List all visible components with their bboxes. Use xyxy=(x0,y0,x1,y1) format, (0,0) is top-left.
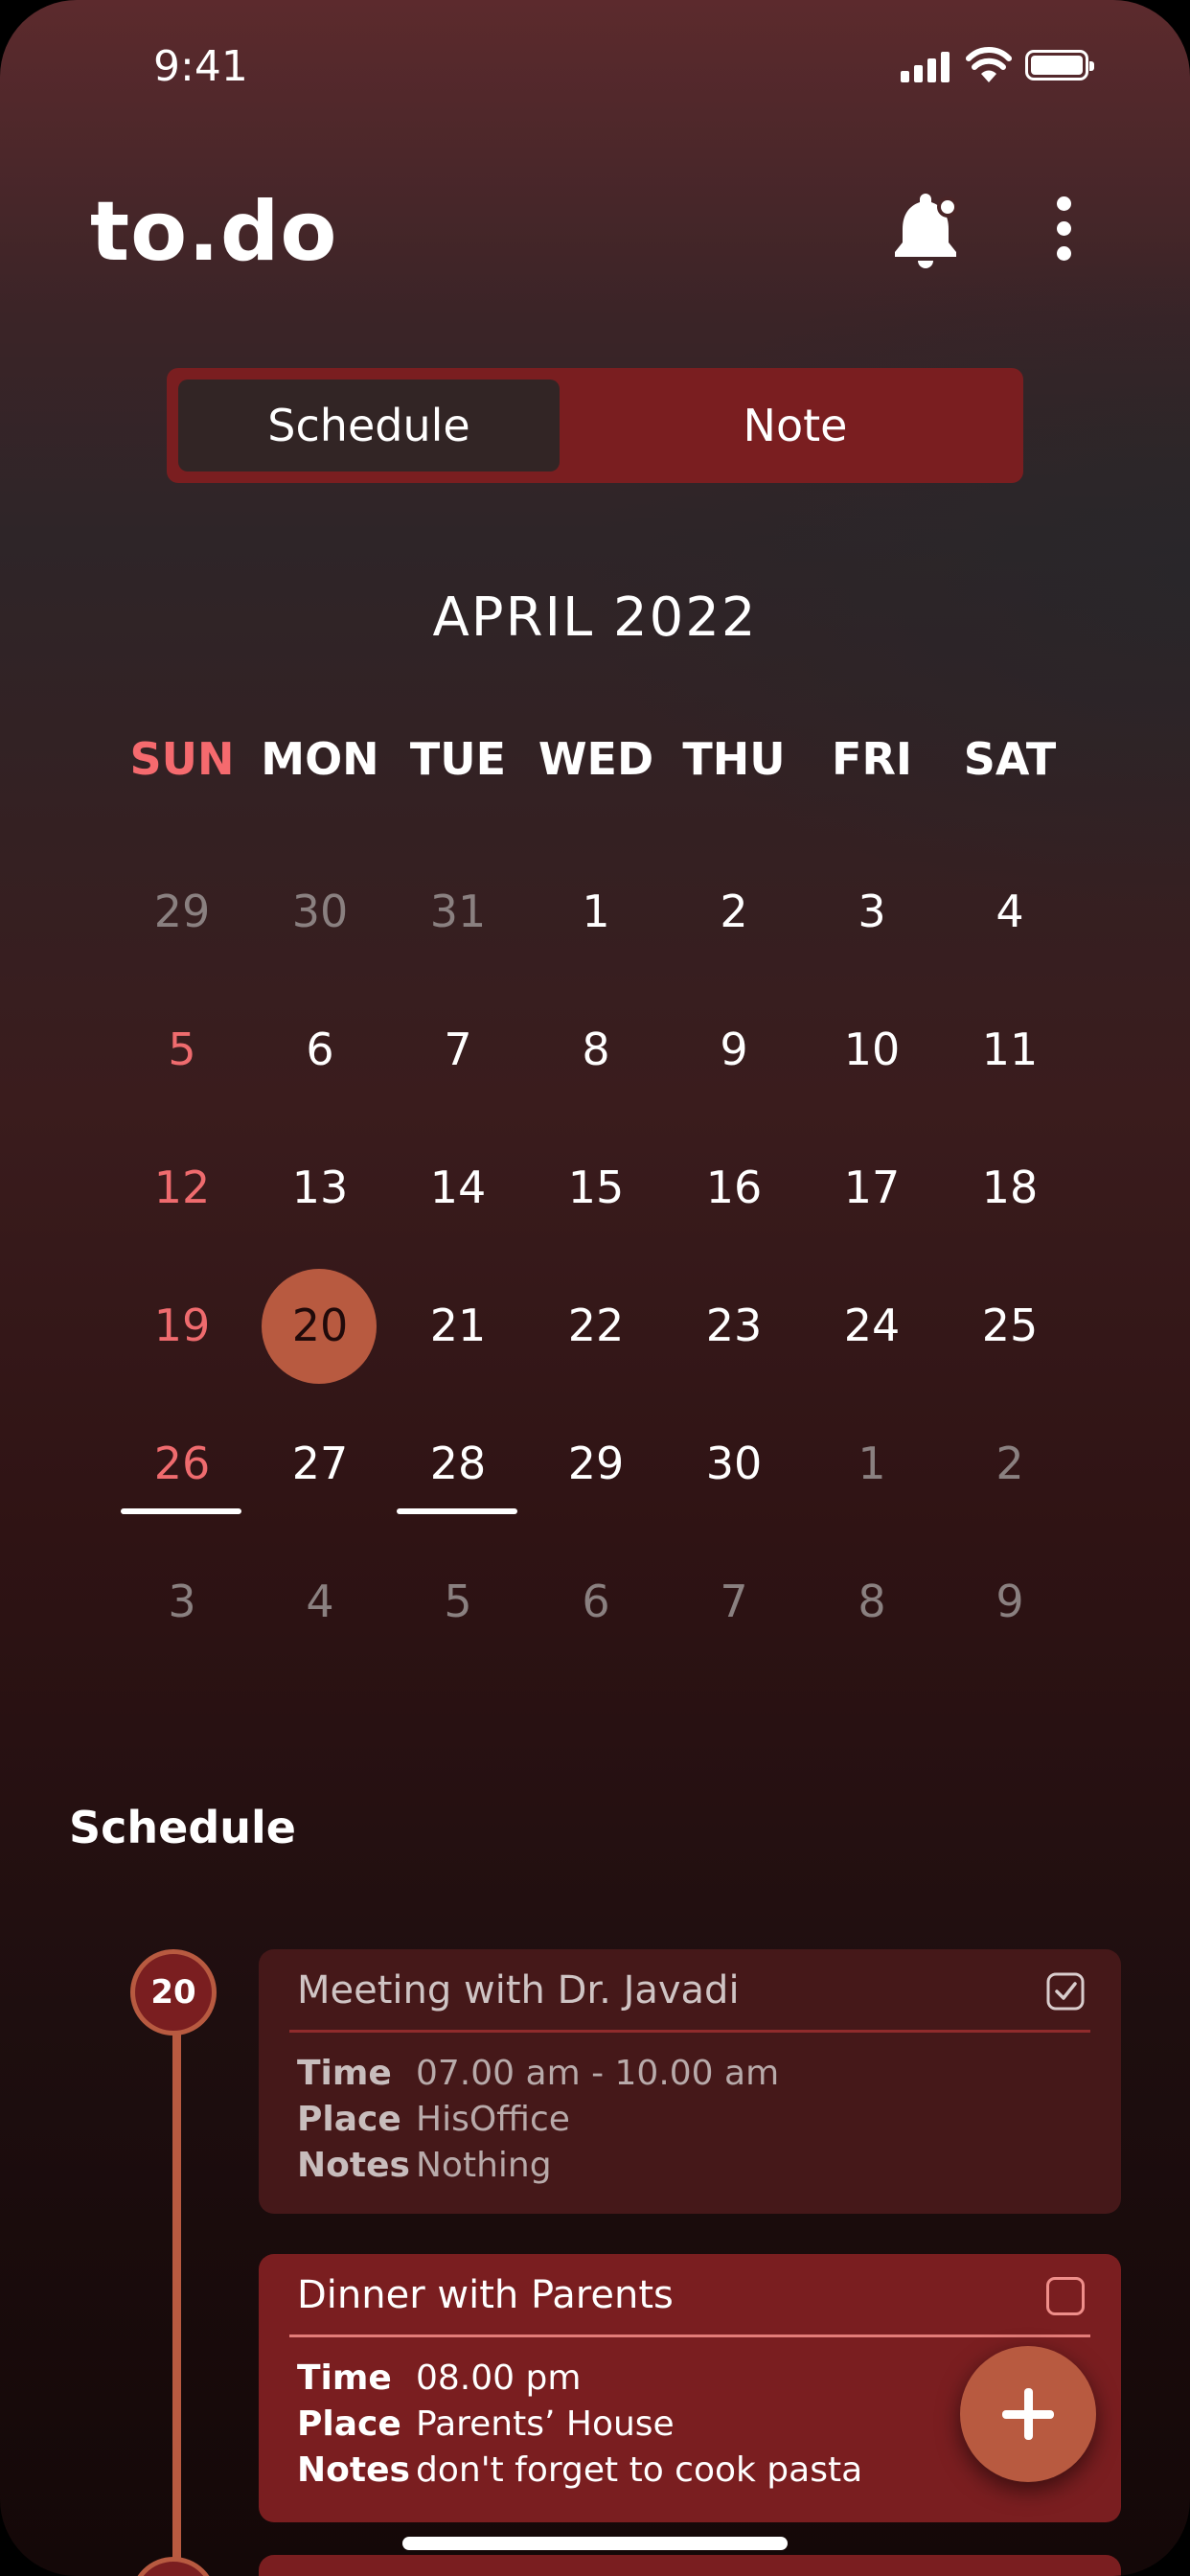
calendar-day[interactable]: 6 xyxy=(251,997,389,1102)
place-value: Parents’ House xyxy=(416,2404,675,2444)
status-time: 9:41 xyxy=(153,42,248,91)
calendar-day[interactable]: 22 xyxy=(527,1273,665,1378)
card-divider xyxy=(289,2030,1090,2033)
place-label: Place xyxy=(297,2404,401,2444)
time-value: 07.00 am - 10.00 am xyxy=(416,2054,780,2093)
calendar-day[interactable]: 17 xyxy=(803,1135,941,1240)
time-label: Time xyxy=(297,2054,392,2093)
weekday-label: SUN xyxy=(129,733,235,785)
calendar-day[interactable]: 25 xyxy=(941,1273,1079,1378)
schedule-card-title: Meeting with Dr. Javadi xyxy=(297,1968,740,2012)
notes-value: don't forget to cook pasta xyxy=(416,2450,863,2490)
calendar-day[interactable]: 29 xyxy=(113,859,251,964)
schedule-card[interactable]: Meeting with Dr. Javadi Time 07.00 am - 1… xyxy=(259,1949,1121,2214)
card-divider xyxy=(289,2334,1090,2337)
notes-value: Nothing xyxy=(416,2146,552,2185)
tab-note[interactable]: Note xyxy=(584,380,1006,472)
schedule-card-title: Dinner with Parents xyxy=(297,2273,674,2317)
calendar-day[interactable]: 18 xyxy=(941,1135,1079,1240)
calendar-day[interactable]: 10 xyxy=(803,997,941,1102)
checkbox-unchecked-icon[interactable] xyxy=(1046,2277,1085,2315)
calendar-day[interactable]: 24 xyxy=(803,1273,941,1378)
calendar-day[interactable]: 19 xyxy=(113,1273,251,1378)
weekday-label: THU xyxy=(682,733,786,785)
phone-screen: 9:41 to.do Schedule Note APRIL 2022 SUN … xyxy=(0,0,1190,2576)
notes-label: Notes xyxy=(297,2450,410,2490)
calendar-day[interactable]: 31 xyxy=(389,859,527,964)
time-label: Time xyxy=(297,2358,392,2398)
timeline-date-badge: 20 xyxy=(130,1949,217,2036)
calendar-day[interactable]: 8 xyxy=(527,997,665,1102)
cellular-signal-icon xyxy=(901,50,952,82)
calendar-day[interactable]: 13 xyxy=(251,1135,389,1240)
place-value: HisOffice xyxy=(416,2100,570,2139)
calendar-day[interactable]: 4 xyxy=(251,1549,389,1654)
calendar-day[interactable]: 15 xyxy=(527,1135,665,1240)
calendar-day[interactable]: 29 xyxy=(527,1411,665,1516)
calendar-day[interactable]: 9 xyxy=(941,1549,1079,1654)
timeline-line xyxy=(172,2022,181,2576)
status-bar: 9:41 xyxy=(0,0,1190,134)
calendar-day[interactable]: 11 xyxy=(941,997,1079,1102)
schedule-heading: Schedule xyxy=(69,1802,296,1853)
calendar-day[interactable]: 12 xyxy=(113,1135,251,1240)
calendar-day[interactable]: 5 xyxy=(389,1549,527,1654)
calendar-day[interactable]: 30 xyxy=(251,859,389,964)
wifi-icon xyxy=(966,47,1012,82)
more-vertical-icon[interactable] xyxy=(1049,196,1078,264)
app-title: to.do xyxy=(90,184,338,280)
battery-icon xyxy=(1025,50,1094,80)
calendar-day[interactable]: 7 xyxy=(665,1549,803,1654)
calendar-day[interactable]: 1 xyxy=(527,859,665,964)
calendar-day[interactable]: 1 xyxy=(803,1411,941,1516)
weekday-label: WED xyxy=(538,733,654,785)
bell-notification-icon[interactable] xyxy=(891,194,960,270)
calendar-day[interactable]: 2 xyxy=(941,1411,1079,1516)
time-value: 08.00 pm xyxy=(416,2358,582,2398)
calendar-day[interactable]: 5 xyxy=(113,997,251,1102)
tab-schedule[interactable]: Schedule xyxy=(178,380,560,472)
weekday-label: FRI xyxy=(832,733,912,785)
calendar-day[interactable]: 21 xyxy=(389,1273,527,1378)
calendar-day[interactable]: 9 xyxy=(665,997,803,1102)
notes-label: Notes xyxy=(297,2146,410,2185)
calendar-day[interactable]: 8 xyxy=(803,1549,941,1654)
calendar-day[interactable]: 2 xyxy=(665,859,803,964)
calendar-day[interactable]: 27 xyxy=(251,1411,389,1516)
add-task-button[interactable] xyxy=(960,2346,1096,2482)
calendar-day[interactable]: 16 xyxy=(665,1135,803,1240)
calendar-day[interactable]: 28 xyxy=(389,1411,527,1516)
timeline-dot xyxy=(130,2557,217,2576)
calendar-day[interactable]: 7 xyxy=(389,997,527,1102)
view-switcher: Schedule Note xyxy=(167,368,1023,483)
calendar-day[interactable]: 3 xyxy=(803,859,941,964)
calendar-month-title: APRIL 2022 xyxy=(432,586,758,649)
calendar-day[interactable]: 30 xyxy=(665,1411,803,1516)
calendar-day[interactable]: 20 xyxy=(251,1273,389,1378)
weekday-label: SAT xyxy=(963,733,1057,785)
checkbox-checked-icon[interactable] xyxy=(1046,1972,1085,2011)
home-indicator[interactable] xyxy=(402,2537,788,2550)
weekday-label: MON xyxy=(261,733,379,785)
schedule-card-partial[interactable] xyxy=(259,2555,1121,2576)
weekday-label: TUE xyxy=(409,733,507,785)
calendar-day[interactable]: 3 xyxy=(113,1549,251,1654)
calendar-day[interactable]: 6 xyxy=(527,1549,665,1654)
calendar-day[interactable]: 26 xyxy=(113,1411,251,1516)
place-label: Place xyxy=(297,2100,401,2139)
calendar-day[interactable]: 14 xyxy=(389,1135,527,1240)
calendar-day[interactable]: 4 xyxy=(941,859,1079,964)
calendar-day[interactable]: 23 xyxy=(665,1273,803,1378)
